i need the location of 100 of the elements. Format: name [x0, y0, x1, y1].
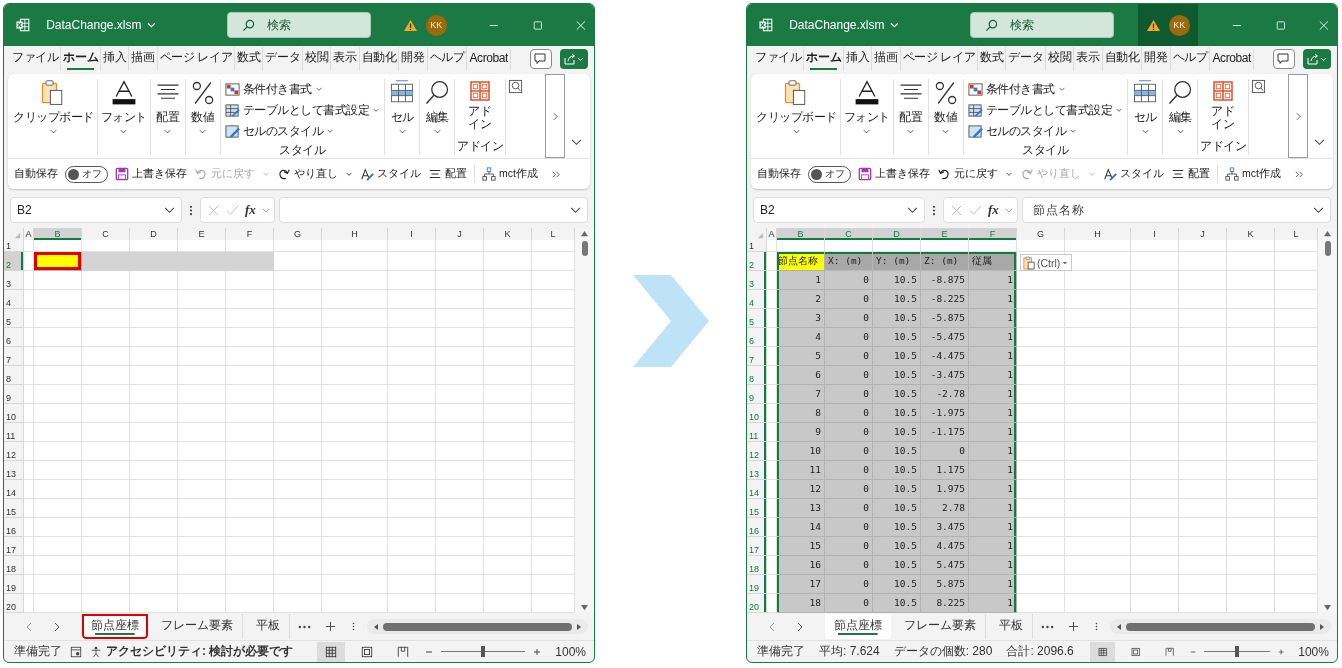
- row-header[interactable]: 6: [4, 328, 24, 347]
- row-header[interactable]: 19: [747, 575, 767, 594]
- row-header[interactable]: 12: [747, 442, 767, 461]
- horizontal-scrollbar[interactable]: [367, 619, 588, 634]
- horizontal-scrollbar[interactable]: [1110, 619, 1331, 634]
- menu-tab[interactable]: 表示: [331, 47, 360, 71]
- row-header[interactable]: 14: [747, 480, 767, 499]
- zoom-slider-thumb[interactable]: [481, 646, 486, 657]
- zoom-level[interactable]: 100%: [1298, 644, 1329, 659]
- window-title[interactable]: DataChange.xlsm: [789, 18, 885, 32]
- scrollbar-thumb[interactable]: [1126, 622, 1315, 631]
- caret-icon[interactable]: [889, 22, 899, 28]
- scroll-down-icon[interactable]: [580, 604, 589, 611]
- add-sheet-icon[interactable]: [325, 621, 336, 632]
- ribbon-button[interactable]: セルのスタイル: [967, 121, 1077, 142]
- row-header[interactable]: 18: [747, 556, 767, 575]
- toolbar-button[interactable]: やり直し: [277, 167, 353, 181]
- column-header[interactable]: D: [130, 228, 178, 240]
- row-header[interactable]: 10: [4, 404, 24, 423]
- row-header[interactable]: 2: [4, 252, 24, 271]
- ribbon-button[interactable]: テーブルとして書式設定: [967, 100, 1123, 121]
- scroll-up-icon[interactable]: [1323, 230, 1332, 237]
- menu-tab[interactable]: ヘルプ: [427, 47, 468, 71]
- menu-tab[interactable]: 自動化: [359, 47, 400, 71]
- row-header[interactable]: 8: [747, 366, 767, 385]
- maximize-icon[interactable]: [1275, 19, 1286, 31]
- row-header[interactable]: 20: [747, 594, 767, 613]
- menu-tab[interactable]: 描画: [872, 47, 901, 71]
- menu-tab[interactable]: 挿入: [844, 47, 873, 71]
- chevron-down-icon[interactable]: [571, 139, 582, 146]
- add-sheet-icon[interactable]: [1068, 621, 1079, 632]
- menu-tab[interactable]: 数式: [978, 47, 1007, 71]
- row-header[interactable]: 14: [4, 480, 24, 499]
- row-header[interactable]: 6: [747, 328, 767, 347]
- toolbar-button[interactable]: 上書き保存: [115, 167, 187, 181]
- toolbar-button[interactable]: 配置: [1171, 167, 1210, 181]
- scroll-right-button[interactable]: [1288, 74, 1308, 158]
- sheet-tab[interactable]: 節点座標: [825, 614, 891, 639]
- menu-tab[interactable]: データ: [1006, 47, 1047, 71]
- menu-tab[interactable]: 表示: [1074, 47, 1103, 71]
- window-title[interactable]: DataChange.xlsm: [46, 18, 142, 32]
- share-button[interactable]: [560, 49, 588, 69]
- autosave-toggle[interactable]: オフ: [808, 165, 851, 183]
- spreadsheet-app-icon[interactable]: [16, 17, 31, 33]
- column-header[interactable]: G: [1017, 228, 1065, 240]
- scroll-left-icon[interactable]: [1116, 622, 1122, 631]
- normal-view-icon[interactable]: [1089, 641, 1116, 662]
- ribbon-button[interactable]: クリップボード: [755, 79, 838, 135]
- column-header[interactable]: F: [969, 228, 1017, 240]
- ribbon-button[interactable]: フォント: [842, 79, 891, 135]
- status-text[interactable]: 平均: 7.624: [819, 643, 880, 660]
- row-header[interactable]: 16: [4, 518, 24, 537]
- row-header[interactable]: 3: [747, 271, 767, 290]
- ribbon-button[interactable]: セル: [1130, 79, 1160, 135]
- zoom-in-icon[interactable]: [1278, 647, 1285, 656]
- ribbon-button[interactable]: クリップボード: [12, 79, 95, 135]
- menu-tab[interactable]: 校閲: [303, 47, 332, 71]
- column-header[interactable]: E: [921, 228, 969, 240]
- row-header[interactable]: 10: [747, 404, 767, 423]
- insert-function-button[interactable]: fx: [245, 202, 256, 218]
- toolbar-button[interactable]: 元に戻す: [937, 167, 1013, 181]
- menu-tab[interactable]: データ: [263, 47, 304, 71]
- menu-tab[interactable]: ホーム: [804, 47, 845, 71]
- toolbar-button[interactable]: mct作成: [1225, 167, 1281, 181]
- menu-tab[interactable]: 開発: [399, 47, 428, 71]
- account-button[interactable]: KK: [1137, 4, 1198, 46]
- column-header[interactable]: C: [82, 228, 130, 240]
- sheet-tab[interactable]: 平板: [990, 614, 1033, 639]
- column-header[interactable]: B: [34, 228, 82, 240]
- accessibility-status[interactable]: アクセシビリティ: 検討が必要です: [90, 643, 294, 660]
- caret-icon[interactable]: [146, 22, 156, 28]
- ribbon-button[interactable]: 編集: [1165, 79, 1195, 135]
- sheet-tab[interactable]: 平板: [247, 614, 290, 639]
- row-header[interactable]: 5: [4, 309, 24, 328]
- column-header[interactable]: I: [1131, 228, 1179, 240]
- comment-button[interactable]: [1273, 49, 1295, 69]
- menu-tab[interactable]: 開発: [1142, 47, 1171, 71]
- column-header[interactable]: K: [1227, 228, 1275, 240]
- scroll-left-icon[interactable]: [373, 622, 379, 631]
- more-sheets-icon[interactable]: [298, 624, 311, 629]
- toolbar-button[interactable]: mct作成: [482, 167, 538, 181]
- column-header[interactable]: H: [322, 228, 388, 240]
- row-header[interactable]: 19: [4, 575, 24, 594]
- document-search-icon[interactable]: [508, 79, 523, 94]
- check-icon[interactable]: [969, 203, 982, 217]
- account-button[interactable]: KK: [394, 4, 455, 46]
- row-header[interactable]: 9: [747, 385, 767, 404]
- more-options-icon[interactable]: [189, 203, 193, 217]
- ribbon-button[interactable]: セルのスタイル: [224, 121, 334, 142]
- row-header[interactable]: 17: [4, 537, 24, 556]
- column-header[interactable]: D: [873, 228, 921, 240]
- zoom-in-icon[interactable]: [533, 647, 542, 656]
- row-header[interactable]: 1: [747, 240, 767, 252]
- paste-options-button[interactable]: (Ctrl): [1020, 254, 1073, 271]
- sheet-tab[interactable]: 節点座標: [82, 614, 148, 639]
- scroll-right-button[interactable]: [545, 74, 565, 158]
- sheet-tab[interactable]: フレーム要素: [152, 614, 243, 639]
- row-header[interactable]: 4: [4, 290, 24, 309]
- ribbon-button[interactable]: テーブルとして書式設定: [224, 100, 380, 121]
- scroll-down-icon[interactable]: [1323, 604, 1332, 611]
